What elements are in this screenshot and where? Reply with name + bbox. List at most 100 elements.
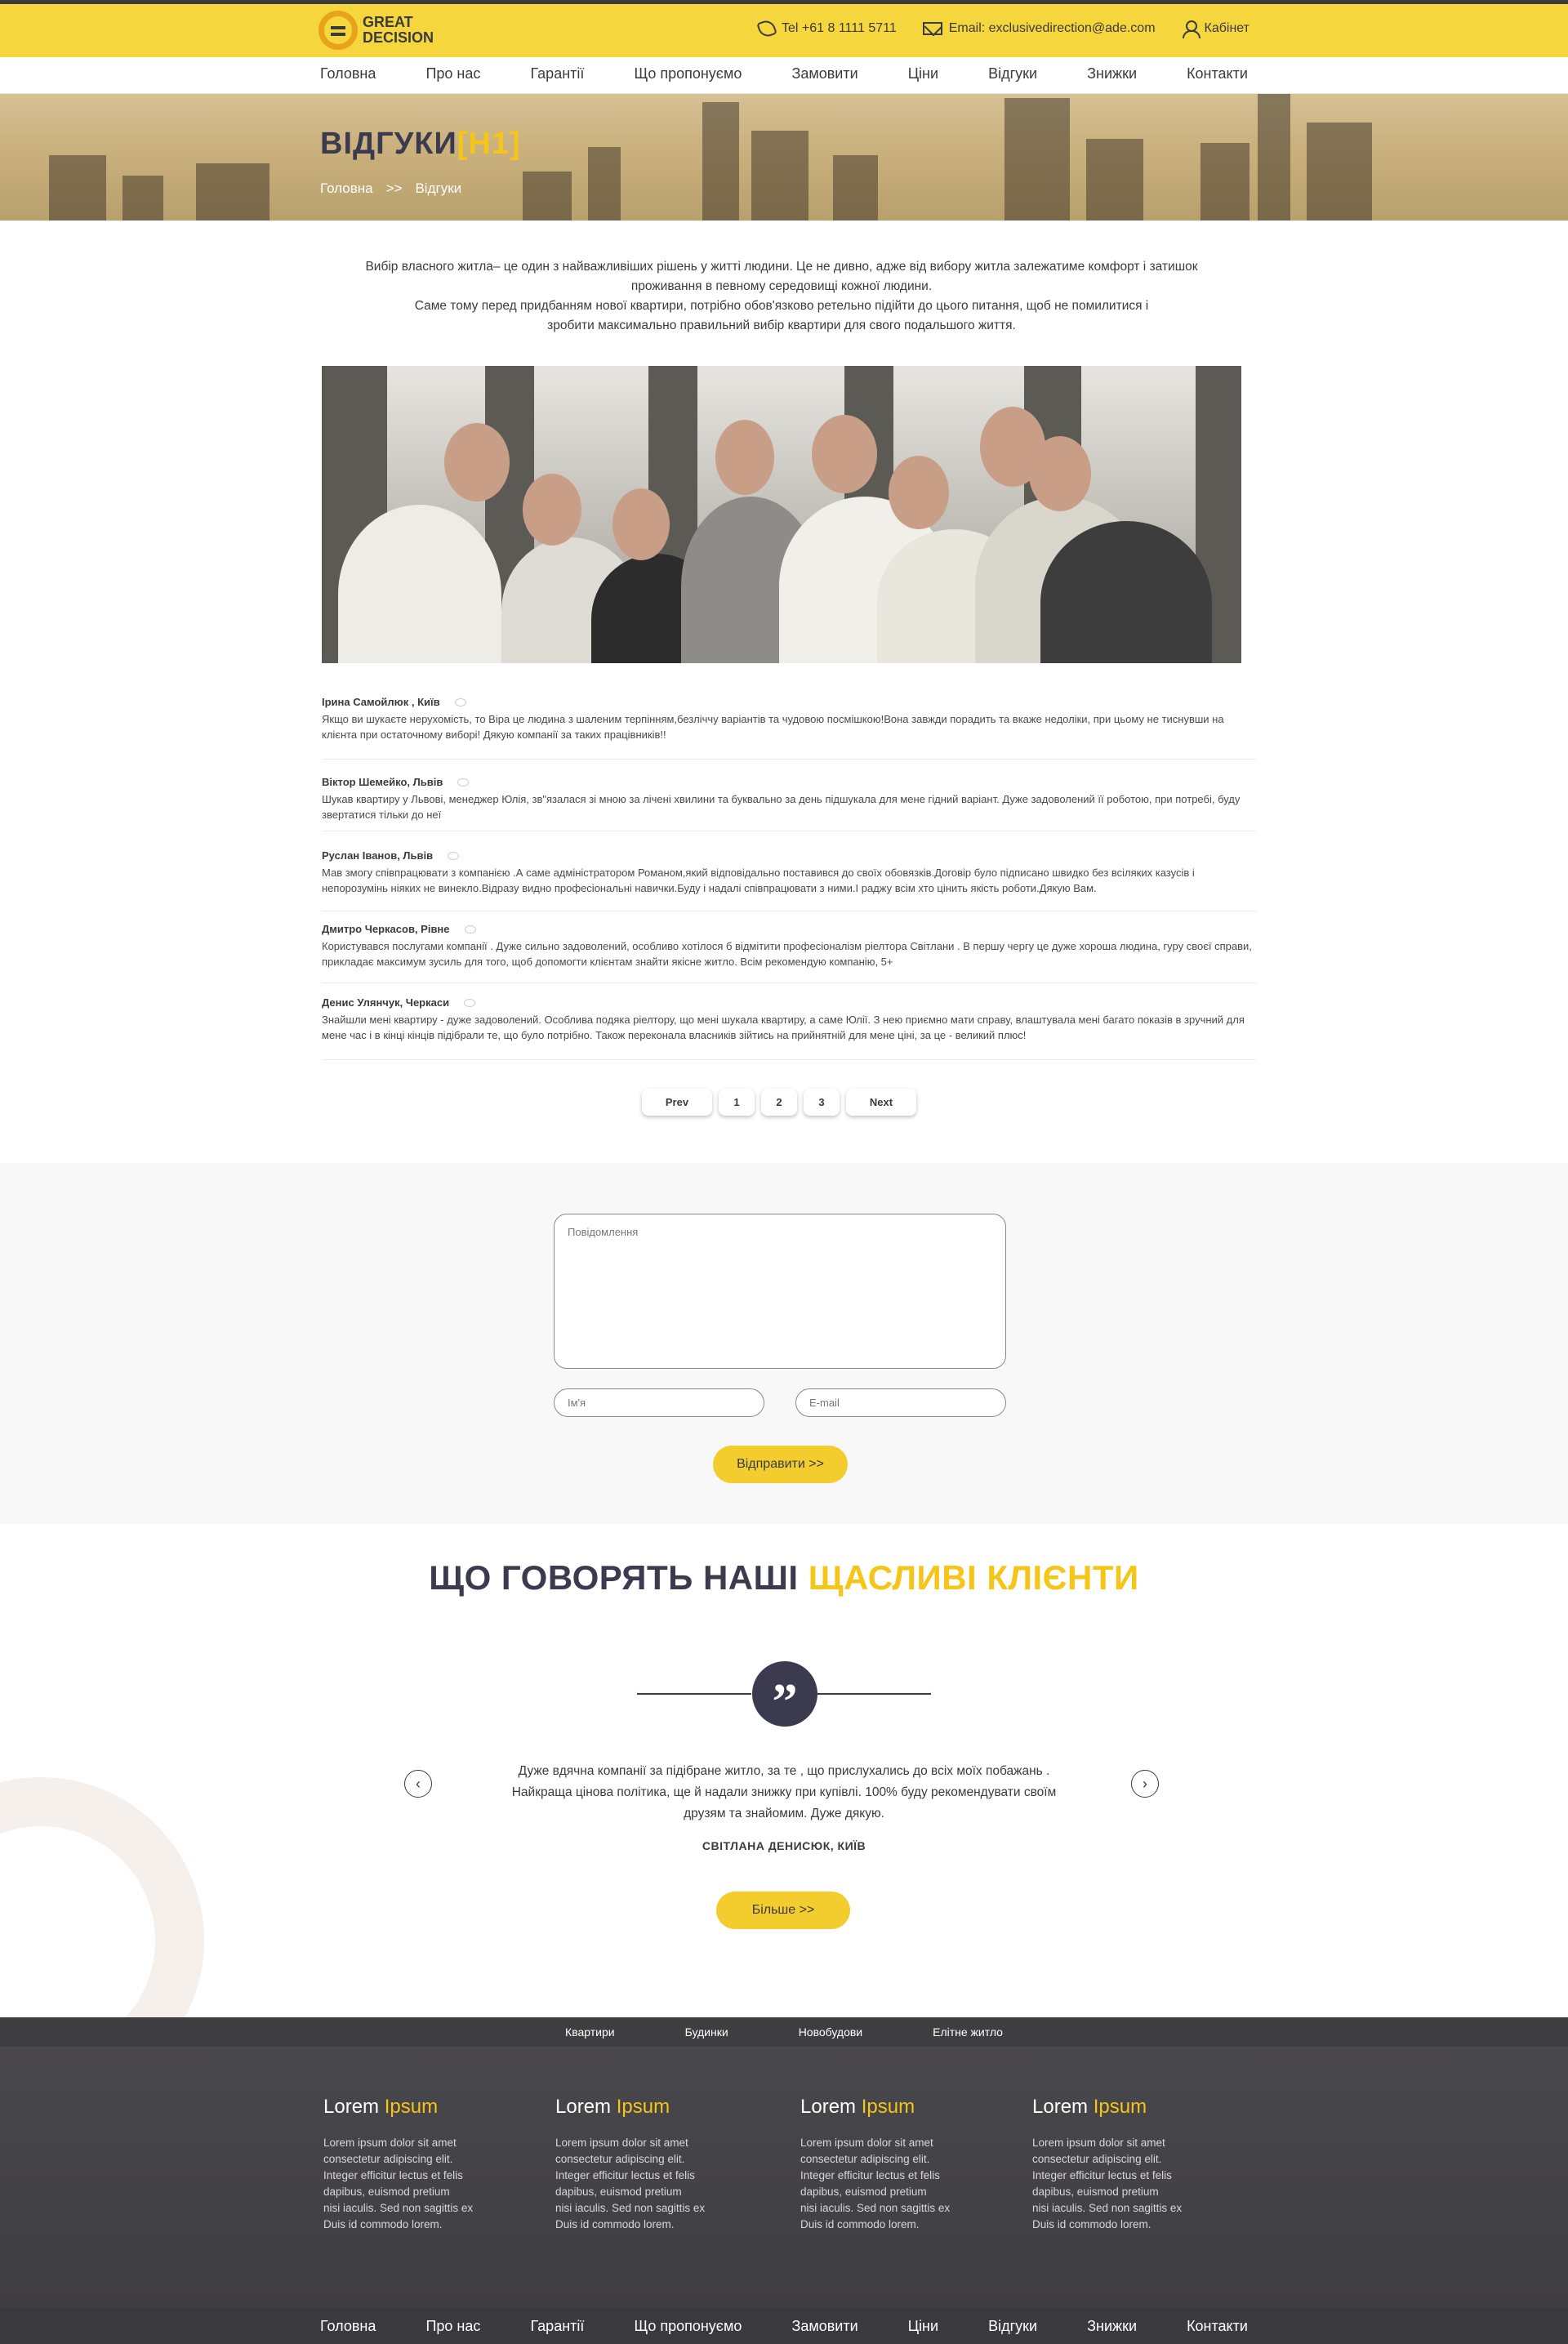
footer-line: consectetur adipiscing elit.	[555, 2153, 685, 2165]
footer-nav-newbuilds[interactable]: Новобудови	[799, 2017, 862, 2047]
footer-column-text: Lorem ipsum dolor sit amet consectetur a…	[1032, 2135, 1212, 2233]
photo-person-head	[812, 415, 877, 493]
pagination-page-button[interactable]: 1	[719, 1089, 755, 1116]
submit-button[interactable]: Відправити >>	[713, 1446, 848, 1483]
logo[interactable]: GREAT DECISION	[318, 11, 434, 50]
breadcrumb-home[interactable]: Головна	[320, 180, 373, 197]
review-author: Дмитро Черкасов, Рівне	[322, 923, 450, 935]
footer-nav-apartments[interactable]: Квартири	[565, 2017, 615, 2047]
page-title: ВІДГУКИ[H1]	[320, 127, 521, 162]
review-text: Знайшли мені квартиру - дуже задоволений…	[322, 1014, 1245, 1041]
review-author: Ірина Самойлюк , Київ	[322, 696, 440, 708]
footer-line: nisi iaculis. Sed non sagittis ex	[800, 2202, 951, 2214]
footer-line: Lorem ipsum dolor sit amet	[555, 2137, 688, 2149]
footer-nav-houses[interactable]: Будинки	[685, 2017, 728, 2047]
footer-nav-item-contacts[interactable]: Контакти	[1187, 2318, 1248, 2335]
comment-icon	[454, 697, 466, 706]
nav-item-home[interactable]: Головна	[320, 65, 376, 82]
phone-icon	[756, 18, 777, 39]
photo-person-head	[612, 488, 670, 560]
footer-line: Integer efficitur lectus et felis	[1032, 2169, 1172, 2181]
main-nav: Головна Про нас Гарантії Що пропонуємо З…	[0, 57, 1568, 94]
nav-item-prices[interactable]: Ціни	[908, 65, 938, 82]
review-item: Денис Улянчук, Черкаси Знайшли мені квар…	[322, 996, 1256, 1060]
skyline-building	[751, 131, 808, 221]
chevron-right-icon[interactable]: ›	[1131, 1770, 1159, 1798]
nav-item-discounts[interactable]: Знижки	[1087, 65, 1137, 82]
comment-icon	[464, 998, 476, 1007]
breadcrumb-current: Відгуки	[415, 180, 462, 196]
footer-nav-elite[interactable]: Елітне житло	[933, 2017, 1003, 2047]
testimonial-quote-line: Дуже вдячна компанії за підібране житло,…	[518, 1764, 1050, 1778]
name-input[interactable]: Ім'я	[554, 1388, 764, 1417]
footer-nav-item-reviews[interactable]: Відгуки	[988, 2318, 1037, 2335]
logo-line2: DECISION	[363, 29, 434, 46]
footer-line: consectetur adipiscing elit.	[1032, 2153, 1162, 2165]
footer-nav-item-about[interactable]: Про нас	[425, 2318, 480, 2335]
nav-item-reviews[interactable]: Відгуки	[988, 65, 1037, 82]
breadcrumb: Головна >> Відгуки	[320, 180, 461, 197]
chevron-left-icon[interactable]: ‹	[404, 1770, 432, 1798]
skyline-building	[1200, 143, 1250, 221]
footer-column: Lorem Ipsum Lorem ipsum dolor sit amet c…	[323, 2096, 503, 2233]
more-button[interactable]: Більше >>	[716, 1892, 850, 1929]
review-text: Користувався послугами компанії . Дуже с…	[322, 940, 1252, 968]
nav-item-contacts[interactable]: Контакти	[1187, 65, 1248, 82]
footer-column: Lorem Ipsum Lorem ipsum dolor sit amet c…	[800, 2096, 980, 2233]
nav-item-order[interactable]: Замовити	[791, 65, 858, 82]
footer-column-title: Lorem Ipsum	[1032, 2096, 1212, 2119]
footer-column-title-accent: Ipsum	[861, 2096, 915, 2118]
pagination-page-button[interactable]: 2	[761, 1089, 797, 1116]
footer-nav-item-guarantees[interactable]: Гарантії	[530, 2318, 584, 2335]
top-bar: GREAT DECISION Tel +61 8 1111 5711 Email…	[0, 0, 1568, 57]
footer-nav-item-offer[interactable]: Що пропонуємо	[634, 2318, 742, 2335]
footer-main-nav: Головна Про нас Гарантії Що пропонуємо З…	[0, 2308, 1568, 2344]
skyline-building	[196, 163, 270, 221]
nav-item-offer[interactable]: Що пропонуємо	[634, 65, 742, 82]
footer-line: Lorem ipsum dolor sit amet	[323, 2137, 457, 2149]
nav-item-guarantees[interactable]: Гарантії	[530, 65, 584, 82]
intro-text: Вибір власного житла– це один з найважли…	[320, 257, 1243, 336]
testimonial-quote-line: Найкраща цінова політика, ще й надали зн…	[511, 1785, 1057, 1799]
footer-nav-item-home[interactable]: Головна	[320, 2318, 376, 2335]
skyline-building	[1086, 139, 1143, 221]
cabinet-link[interactable]: Кабінет	[1182, 20, 1250, 38]
review-text: Мав змогу співпрацювати з компанією .А с…	[322, 867, 1195, 894]
review-author: Віктор Шемейко, Львів	[322, 776, 443, 788]
logo-text: GREAT DECISION	[363, 15, 434, 46]
pagination-page-button[interactable]: 3	[804, 1089, 840, 1116]
quote-icon: ”	[752, 1661, 817, 1730]
review-item: Дмитро Черкасов, Рівне Користувався посл…	[322, 923, 1256, 983]
photo-person-head	[444, 423, 510, 501]
footer-line: Duis id commodo lorem.	[323, 2218, 443, 2230]
header-contacts: Tel +61 8 1111 5711 Email: exclusivedire…	[756, 18, 1250, 39]
page-title-tag: [H1]	[457, 127, 521, 161]
email-input[interactable]: E-mail	[795, 1388, 1006, 1417]
email-link[interactable]: Email: exclusivedirection@ade.com	[922, 21, 1156, 36]
footer-column: Lorem Ipsum Lorem ipsum dolor sit amet c…	[1032, 2096, 1212, 2233]
footer-line: Duis id commodo lorem.	[1032, 2218, 1152, 2230]
footer-line: Lorem ipsum dolor sit amet	[800, 2137, 933, 2149]
footer-nav-item-discounts[interactable]: Знижки	[1087, 2318, 1137, 2335]
logo-line1: GREAT	[363, 14, 413, 30]
pagination-next-button[interactable]: Next	[846, 1089, 916, 1116]
testimonial-quote: Дуже вдячна компанії за підібране житло,…	[490, 1761, 1078, 1825]
team-photo	[322, 366, 1241, 663]
footer-nav-item-prices[interactable]: Ціни	[908, 2318, 938, 2335]
testimonial-quote-line: друзям та знайомим. Дуже дякую.	[684, 1807, 884, 1820]
skyline-building	[588, 147, 621, 221]
footer-column-title: Lorem Ipsum	[323, 2096, 503, 2119]
footer-column-text: Lorem ipsum dolor sit amet consectetur a…	[323, 2135, 503, 2233]
nav-item-about[interactable]: Про нас	[425, 65, 480, 82]
footer-column-title-white: Lorem	[800, 2096, 857, 2118]
footer-line: nisi iaculis. Sed non sagittis ex	[555, 2202, 706, 2214]
footer-column-title-white: Lorem	[323, 2096, 380, 2118]
footer-nav-item-order[interactable]: Замовити	[791, 2318, 858, 2335]
intro-line: проживання в певному середовищі кожної л…	[630, 279, 933, 293]
pagination-prev-button[interactable]: Prev	[642, 1089, 712, 1116]
phone-link[interactable]: Tel +61 8 1111 5711	[756, 18, 897, 39]
footer-column-title-white: Lorem	[1032, 2096, 1089, 2118]
message-textarea[interactable]: Повідомлення	[554, 1214, 1006, 1369]
photo-person-head	[523, 474, 581, 546]
review-item: Руслан Іванов, Львів Мав змогу співпрацю…	[322, 849, 1256, 911]
